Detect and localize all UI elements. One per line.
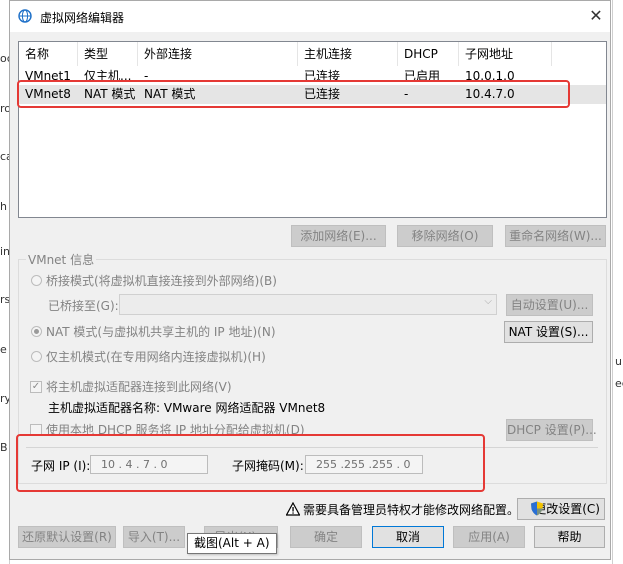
import-button[interactable]: 导入(T)... <box>123 526 185 548</box>
bg-text-fragment: ec <box>615 377 623 390</box>
column-header-subnet[interactable]: 子网地址 <box>459 42 552 66</box>
highlight-subnet-fields <box>16 434 485 492</box>
bg-text-fragment: B <box>0 441 8 454</box>
column-header-external[interactable]: 外部连接 <box>138 42 298 66</box>
rename-network-button[interactable]: 重命名网络(W)... <box>505 225 606 247</box>
adapter-name-label: 主机虚拟适配器名称: VMware 网络适配器 VMnet8 <box>48 401 326 415</box>
change-settings-label: 更改设置(C) <box>534 502 600 516</box>
network-globe-icon <box>18 9 32 23</box>
host-only-radio[interactable] <box>31 351 42 362</box>
add-network-button[interactable]: 添加网络(E)... <box>291 225 386 247</box>
remove-network-button[interactable]: 移除网络(O) <box>397 225 493 247</box>
bridged-to-select[interactable]: ⌵ <box>119 294 497 315</box>
connect-adapter-checkbox[interactable]: ✓ <box>30 381 42 393</box>
ok-button[interactable]: 确定 <box>290 526 362 548</box>
chevron-down-icon: ⌵ <box>484 296 492 307</box>
bg-text-fragment: u <box>615 355 622 368</box>
dhcp-settings-button[interactable]: DHCP 设置(P)... <box>506 419 597 441</box>
nat-mode-label: NAT 模式(与虚拟机共享主机的 IP 地址)(N) <box>46 325 276 339</box>
nat-settings-button[interactable]: NAT 设置(S)... <box>504 321 593 343</box>
restore-defaults-button[interactable]: 还原默认设置(R) <box>18 526 116 548</box>
title-bar[interactable]: 虚拟网络编辑器 ✕ <box>10 1 610 32</box>
bg-text-fragment: e <box>0 343 7 356</box>
bridge-mode-radio[interactable] <box>31 275 42 286</box>
highlight-vmnet8-row <box>17 80 570 108</box>
network-list[interactable]: 名称 类型 外部连接 主机连接 DHCP 子网地址 VMnet1 仅主机... … <box>18 41 607 218</box>
apply-button[interactable]: 应用(A) <box>453 526 525 548</box>
list-header: 名称 类型 外部连接 主机连接 DHCP 子网地址 <box>19 42 606 66</box>
background-window-right: u ec <box>612 0 623 564</box>
column-header-name[interactable]: 名称 <box>19 42 78 66</box>
bridge-mode-label: 桥接模式(将虚拟机直接连接到外部网络)(B) <box>46 274 277 288</box>
bridged-to-label: 已桥接至(G): <box>48 299 119 313</box>
vmnet-info-label: VMnet 信息 <box>26 251 97 268</box>
shield-icon <box>531 501 543 516</box>
connect-adapter-label: 将主机虚拟适配器连接到此网络(V) <box>46 380 232 394</box>
help-button[interactable]: 帮助 <box>534 526 605 548</box>
column-header-host[interactable]: 主机连接 <box>298 42 398 66</box>
host-only-label: 仅主机模式(在专用网络内连接虚拟机)(H) <box>46 350 266 364</box>
nat-mode-radio[interactable] <box>31 326 42 337</box>
cancel-button[interactable]: 取消 <box>372 526 444 548</box>
bg-text-fragment: h <box>0 200 7 213</box>
column-header-dhcp[interactable]: DHCP <box>398 42 459 66</box>
warning-icon <box>286 502 300 516</box>
screenshot-tooltip: 截图(Alt + A) <box>187 533 277 554</box>
admin-notice: 需要具备管理员特权才能修改网络配置。 <box>303 503 520 517</box>
window-title: 虚拟网络编辑器 <box>40 11 125 25</box>
auto-settings-button[interactable]: 自动设置(U)... <box>506 294 593 316</box>
column-header-type[interactable]: 类型 <box>78 42 138 66</box>
close-icon[interactable]: ✕ <box>585 5 607 27</box>
